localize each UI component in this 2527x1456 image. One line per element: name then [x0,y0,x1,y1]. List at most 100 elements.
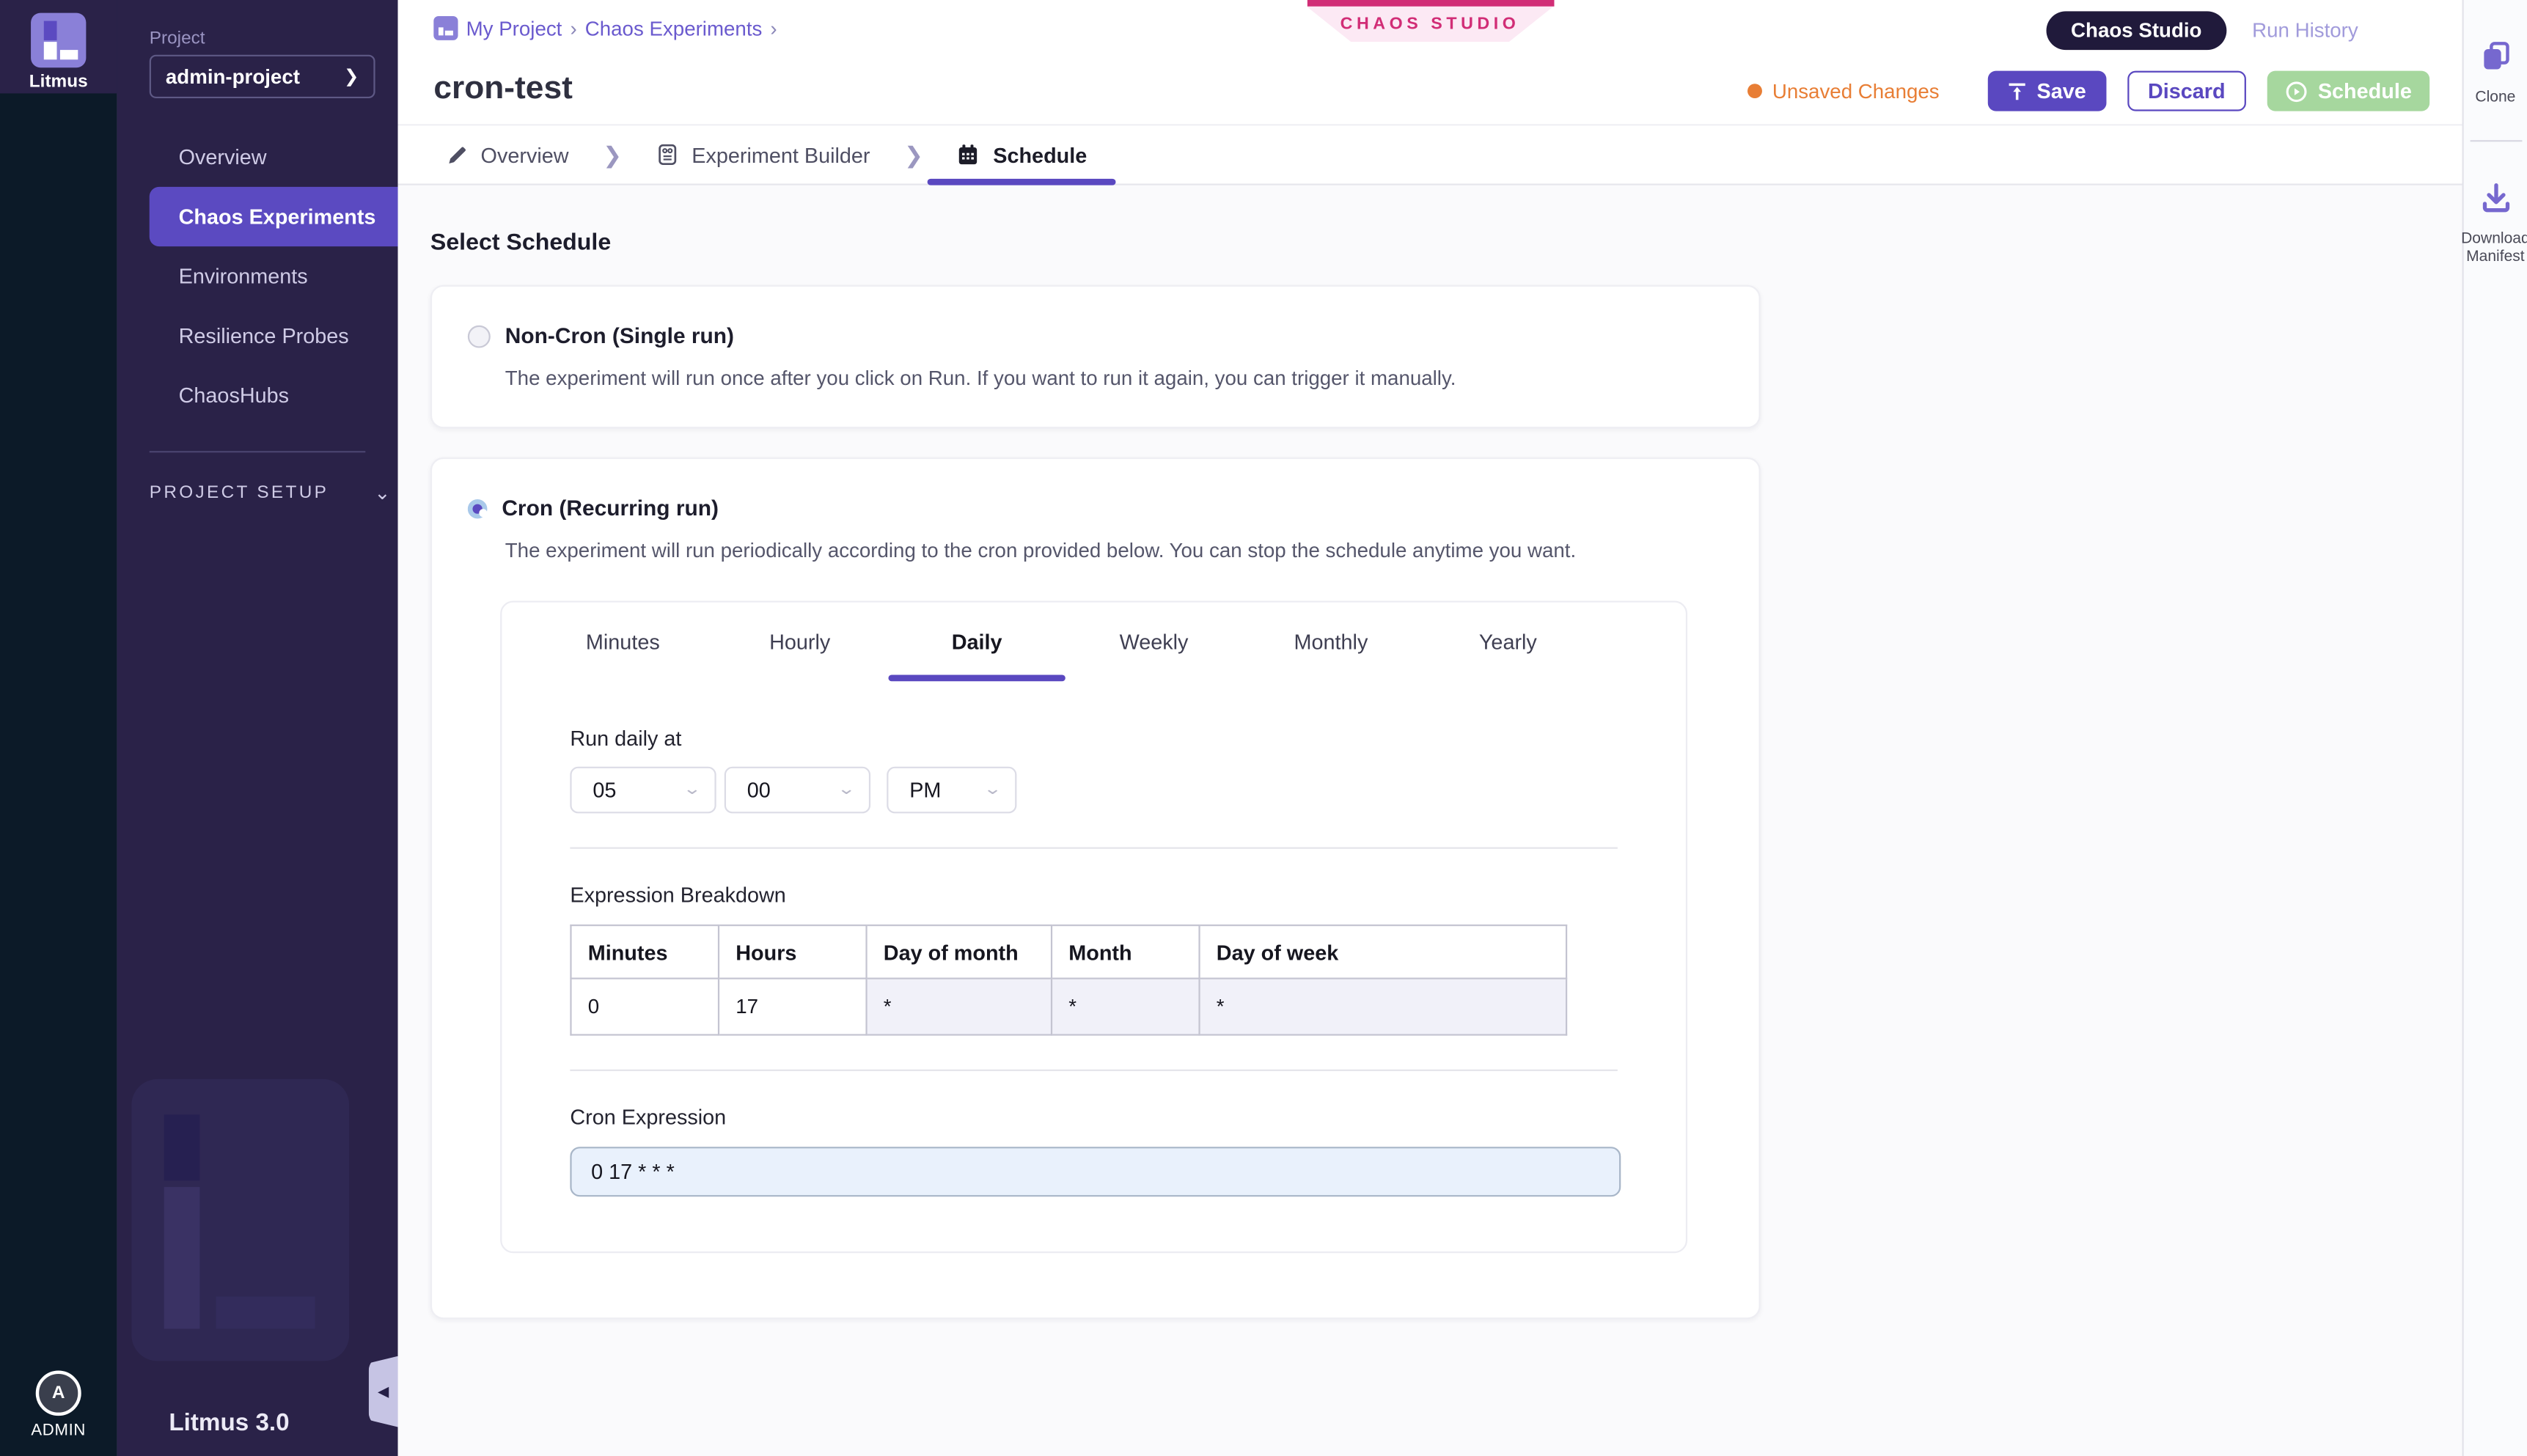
hour-select[interactable]: 05 ⌄ [570,767,716,814]
tab-experiment-builder[interactable]: Experiment Builder [656,125,870,183]
schedule-button-disabled[interactable]: Schedule [2267,71,2429,111]
clone-icon[interactable] [2478,39,2514,74]
non-cron-radio[interactable] [468,325,491,348]
section-title: Select Schedule [430,230,2462,256]
cron-tab-hourly[interactable]: Hourly [711,603,888,682]
discard-button[interactable]: Discard [2127,71,2246,111]
col-minutes: Minutes [571,925,719,978]
chevron-down-icon: ⌄ [374,482,390,504]
project-name: admin-project [166,65,300,88]
litmus-logo-icon [31,13,86,68]
right-utility-panel: Clone Download Manifest [2462,0,2527,1456]
download-manifest-label: Download Manifest [2461,232,2527,267]
col-day-of-month: Day of month [867,925,1052,978]
cell-day-of-month: * [867,979,1052,1035]
unsaved-changes-badge: Unsaved Changes [1748,80,1940,103]
cell-day-of-week: * [1200,979,1567,1035]
divider [570,848,1617,849]
chevron-down-icon: ⌄ [983,781,1002,798]
cron-settings-panel: Minutes Hourly Daily Weekly Monthly Year… [500,600,1687,1253]
cron-description: The experiment will run periodically acc… [505,540,1723,562]
pencil-icon [447,144,468,166]
pin-save-icon [2008,81,2028,100]
schedule-content: Select Schedule Non-Cron (Single run) Th… [398,185,2462,1456]
table-row: 0 17 * * * [571,979,1566,1035]
cron-expression-label: Cron Expression [570,1105,1617,1129]
active-tab-underline [928,179,1116,185]
user-name-label: ADMIN [31,1422,86,1440]
breadcrumb-litmus-icon [433,16,458,40]
tab-overview[interactable]: Overview [447,125,569,183]
tab-schedule[interactable]: Schedule [958,125,1088,183]
sidebar-collapse-button[interactable]: ◀ [369,1356,398,1427]
sidebar-item-chaoshubs[interactable]: ChaosHubs [117,366,397,425]
col-month: Month [1052,925,1200,978]
project-label: Project [150,29,398,48]
expression-breakdown-table: Minutes Hours Day of month Month Day of … [570,924,1567,1036]
non-cron-title: Non-Cron (Single run) [505,324,734,348]
user-avatar[interactable]: A [36,1371,81,1416]
sidebar-item-overview[interactable]: Overview [117,128,397,187]
litmus-logo-block[interactable]: Litmus [0,0,117,93]
play-circle-icon [2286,80,2308,103]
cron-frequency-tabs: Minutes Hourly Daily Weekly Monthly Year… [502,603,1686,682]
app-version: Litmus 3.0 [169,1409,289,1436]
col-hours: Hours [719,925,867,978]
download-icon[interactable] [2478,180,2514,216]
cron-tab-monthly[interactable]: Monthly [1242,603,1419,682]
run-history-toggle[interactable]: Run History [2252,19,2358,42]
builder-icon [656,144,679,166]
chevron-right-icon: ❯ [344,66,359,87]
sidebar-divider [150,451,366,452]
ampm-select[interactable]: PM ⌄ [887,767,1016,814]
breadcrumb-chaos-experiments[interactable]: Chaos Experiments [585,17,763,40]
workflow-tabs: Overview ❯ Experiment Builder ❯ Schedule [398,124,2462,185]
run-daily-at-label: Run daily at [570,727,1617,751]
breadcrumb-separator: › [570,17,576,40]
cron-tab-weekly[interactable]: Weekly [1066,603,1242,682]
chevron-down-icon: ⌄ [682,781,701,798]
col-day-of-week: Day of week [1200,925,1567,978]
cron-expression-input[interactable] [570,1147,1621,1196]
divider [570,1070,1617,1071]
sidebar-item-resilience-probes[interactable]: Resilience Probes [117,306,397,365]
project-setup-toggle[interactable]: PROJECT SETUP ⌄ [150,482,398,504]
breadcrumb-my-project[interactable]: My Project [466,17,562,40]
chevron-left-icon: ◀ [378,1383,389,1400]
cron-tab-yearly[interactable]: Yearly [1420,603,1596,682]
project-selector[interactable]: admin-project ❯ [150,55,375,98]
cron-tab-daily[interactable]: Daily [888,603,1065,682]
cell-month: * [1052,979,1200,1035]
chevron-right-icon: ❯ [904,141,923,168]
breadcrumb-separator: › [770,17,777,40]
sidebar: Project admin-project ❯ Overview Chaos E… [117,0,397,1456]
table-header-row: Minutes Hours Day of month Month Day of … [571,925,1566,978]
cron-radio-selected[interactable] [468,499,488,518]
sidebar-item-chaos-experiments[interactable]: Chaos Experiments [150,187,398,246]
calendar-icon [958,144,980,166]
view-toggle: Chaos Studio Run History [2047,11,2358,50]
active-tab-underline [888,675,1065,682]
chevron-right-icon: ❯ [603,141,622,168]
clone-label: Clone [2475,90,2515,108]
left-rail: Litmus A ADMIN [0,0,117,1456]
litmus-logo-label: Litmus [29,73,88,92]
litmus-watermark-logo [131,1079,349,1361]
non-cron-description: The experiment will run once after you c… [505,367,1723,390]
chaos-studio-toggle[interactable]: Chaos Studio [2047,11,2226,50]
chevron-down-icon: ⌄ [836,781,855,798]
cron-card: Cron (Recurring run) The experiment will… [430,457,1761,1319]
sidebar-item-environments[interactable]: Environments [117,246,397,306]
main-area: CHAOS STUDIO My Project › Chaos Experime… [398,0,2462,1456]
save-button[interactable]: Save [1988,71,2105,111]
cell-minutes: 0 [571,979,719,1035]
chaos-studio-ribbon: CHAOS STUDIO [1307,0,1554,42]
unsaved-dot-icon [1748,84,1763,98]
non-cron-card[interactable]: Non-Cron (Single run) The experiment wil… [430,285,1761,429]
cron-title: Cron (Recurring run) [502,496,719,521]
cron-tab-minutes[interactable]: Minutes [535,603,711,682]
minute-select[interactable]: 00 ⌄ [725,767,870,814]
page-title: cron-test [433,71,573,109]
divider [2469,140,2521,141]
cell-hours: 17 [719,979,867,1035]
